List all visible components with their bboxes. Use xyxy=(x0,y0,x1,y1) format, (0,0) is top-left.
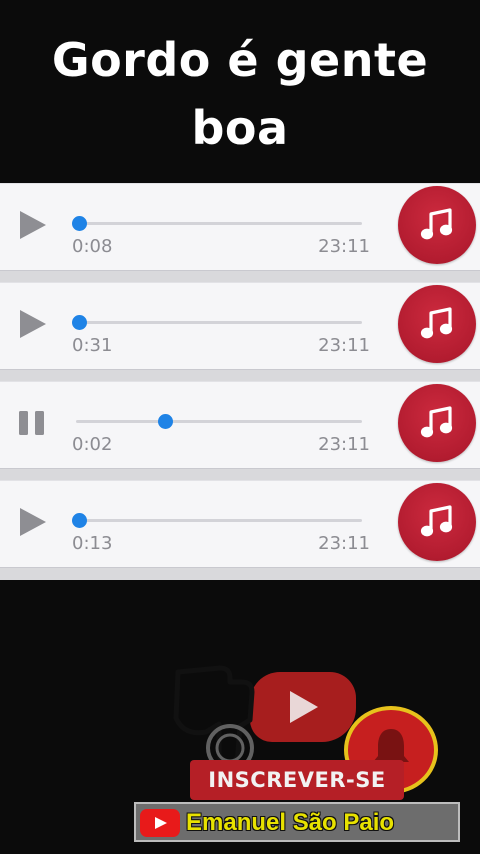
music-note-icon xyxy=(398,384,476,462)
timestamp: 23:11 xyxy=(318,434,370,455)
music-note-icon xyxy=(398,186,476,264)
progress-track[interactable] xyxy=(71,315,362,330)
pointing-hand-icon xyxy=(164,660,264,775)
timestamp: 23:11 xyxy=(318,533,370,554)
play-button[interactable] xyxy=(18,309,48,339)
youtube-play-icon xyxy=(250,672,356,742)
progress-knob[interactable] xyxy=(71,216,87,231)
current-time: 0:08 xyxy=(72,236,113,257)
progress-track[interactable] xyxy=(76,414,362,429)
audio-message-card: 0:13 23:11 xyxy=(0,480,480,568)
music-note-icon xyxy=(398,285,476,363)
video-title: Gordo é gente boa xyxy=(0,26,480,162)
subscribe-button[interactable]: INSCREVER-SE xyxy=(190,760,404,800)
play-button[interactable] xyxy=(18,507,48,537)
audio-message-list: 0:08 23:11 0:31 23:11 0:02 23:11 0:13 23… xyxy=(0,183,480,580)
current-time: 0:02 xyxy=(72,434,113,455)
progress-knob[interactable] xyxy=(157,414,173,429)
youtube-logo-icon xyxy=(140,809,180,837)
progress-knob[interactable] xyxy=(71,513,87,528)
pause-button[interactable] xyxy=(18,408,48,438)
subscribe-label: INSCREVER-SE xyxy=(208,768,386,792)
timestamp: 23:11 xyxy=(318,335,370,356)
play-button[interactable] xyxy=(18,210,48,240)
current-time: 0:13 xyxy=(72,533,113,554)
title-line-2: boa xyxy=(191,101,289,155)
current-time: 0:31 xyxy=(72,335,113,356)
channel-name: Emanuel São Paio xyxy=(186,809,395,836)
progress-knob[interactable] xyxy=(71,315,87,330)
channel-banner[interactable]: Emanuel São Paio xyxy=(134,802,460,842)
audio-message-card: 0:02 23:11 xyxy=(0,381,480,469)
progress-track[interactable] xyxy=(71,216,362,231)
audio-message-card: 0:31 23:11 xyxy=(0,282,480,370)
music-note-icon xyxy=(398,483,476,561)
audio-message-card: 0:08 23:11 xyxy=(0,183,480,271)
timestamp: 23:11 xyxy=(318,236,370,257)
title-line-1: Gordo é gente xyxy=(51,33,429,87)
progress-track[interactable] xyxy=(71,513,362,528)
